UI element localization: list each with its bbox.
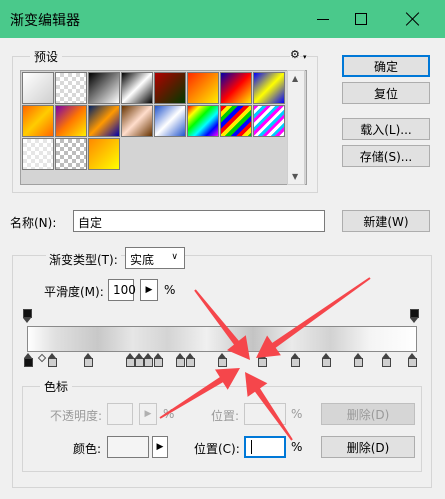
color-stop[interactable] bbox=[382, 353, 391, 367]
ok-button[interactable]: 确定 bbox=[342, 55, 430, 77]
maximize-icon bbox=[355, 13, 367, 25]
preset-swatch[interactable] bbox=[55, 72, 87, 104]
color-label: 颜色: bbox=[73, 442, 102, 456]
maximize-button[interactable] bbox=[338, 0, 384, 38]
presets-menu-chevron-icon: ▾ bbox=[303, 53, 307, 61]
presets-scrollbar[interactable]: ▲ ▼ bbox=[287, 70, 305, 185]
play-right-icon: ▶ bbox=[144, 409, 152, 419]
scroll-down-icon[interactable]: ▼ bbox=[292, 172, 298, 181]
save-button[interactable]: 存储(S)... bbox=[342, 145, 430, 167]
minimize-icon bbox=[317, 18, 329, 20]
opacity-location-unit: % bbox=[291, 407, 303, 421]
preset-swatch[interactable] bbox=[22, 138, 54, 170]
color-stops-group bbox=[22, 386, 422, 472]
smoothness-field[interactable]: 100 bbox=[108, 279, 136, 301]
color-stops-label: 色标 bbox=[40, 378, 73, 395]
scroll-up-icon[interactable]: ▲ bbox=[292, 74, 298, 83]
chevron-down-icon: ∨ bbox=[171, 252, 178, 262]
preset-swatch[interactable] bbox=[22, 72, 54, 104]
presets-label: 预设 bbox=[30, 48, 63, 65]
color-swatch[interactable] bbox=[107, 436, 149, 458]
presets-settings-gear-icon[interactable]: ⚙ bbox=[290, 48, 300, 61]
preset-swatch[interactable] bbox=[88, 105, 120, 137]
title-bar: 渐变编辑器 bbox=[0, 0, 445, 38]
gradient-type-select[interactable]: 实底 ∨ bbox=[125, 247, 185, 269]
load-button[interactable]: 载入(L)... bbox=[342, 118, 430, 140]
play-right-icon: ▶ bbox=[156, 442, 164, 452]
preset-swatch[interactable] bbox=[220, 105, 252, 137]
reset-button[interactable]: 复位 bbox=[342, 82, 430, 104]
preset-swatch[interactable] bbox=[121, 105, 153, 137]
color-stop[interactable] bbox=[126, 353, 135, 367]
color-picker-button[interactable]: ▶ bbox=[152, 436, 168, 458]
gradient-type-label: 渐变类型(T): bbox=[46, 251, 121, 268]
color-stop[interactable] bbox=[48, 353, 57, 367]
color-stop[interactable] bbox=[24, 353, 33, 367]
preset-swatch[interactable] bbox=[55, 138, 87, 170]
close-button[interactable] bbox=[390, 0, 436, 38]
color-stop[interactable] bbox=[218, 353, 227, 367]
smoothness-slider-button[interactable]: ▶ bbox=[140, 279, 158, 301]
window-title: 渐变编辑器 bbox=[10, 13, 80, 29]
gradient-preview-bar[interactable] bbox=[27, 326, 417, 352]
preset-swatch[interactable] bbox=[253, 105, 285, 137]
preset-swatch[interactable] bbox=[187, 72, 219, 104]
opacity-stop-left[interactable] bbox=[23, 309, 32, 323]
opacity-delete-button: 删除(D) bbox=[321, 403, 415, 425]
color-stop[interactable] bbox=[291, 353, 300, 367]
preset-swatch[interactable] bbox=[187, 105, 219, 137]
smoothness-label: 平滑度(M): bbox=[44, 285, 104, 299]
presets-list bbox=[20, 70, 307, 185]
opacity-stop-right[interactable] bbox=[410, 309, 419, 323]
new-button[interactable]: 新建(W) bbox=[342, 210, 430, 232]
color-delete-button[interactable]: 删除(D) bbox=[321, 436, 415, 458]
preset-swatch[interactable] bbox=[154, 105, 186, 137]
opacity-unit: % bbox=[163, 407, 175, 421]
preset-swatch[interactable] bbox=[154, 72, 186, 104]
opacity-field bbox=[107, 403, 133, 425]
color-stop[interactable] bbox=[258, 353, 267, 367]
opacity-label: 不透明度: bbox=[50, 409, 103, 423]
close-icon bbox=[406, 12, 420, 26]
play-right-icon: ▶ bbox=[145, 285, 153, 295]
name-field[interactable]: 自定 bbox=[73, 210, 325, 232]
opacity-location-label: 位置: bbox=[211, 409, 240, 423]
color-stop[interactable] bbox=[408, 353, 417, 367]
preset-swatch[interactable] bbox=[22, 105, 54, 137]
text-caret bbox=[251, 440, 252, 454]
name-label: 名称(N): bbox=[10, 216, 57, 230]
preset-swatch[interactable] bbox=[253, 72, 285, 104]
preset-swatch[interactable] bbox=[55, 105, 87, 137]
color-stop[interactable] bbox=[144, 353, 153, 367]
preset-swatch[interactable] bbox=[88, 72, 120, 104]
color-stop[interactable] bbox=[154, 353, 163, 367]
preset-swatch[interactable] bbox=[220, 72, 252, 104]
color-stop[interactable] bbox=[322, 353, 331, 367]
opacity-slider-button: ▶ bbox=[139, 403, 157, 425]
color-stop[interactable] bbox=[176, 353, 185, 367]
preset-swatch[interactable] bbox=[88, 138, 120, 170]
color-stop[interactable] bbox=[135, 353, 144, 367]
gradient-type-value: 实底 bbox=[130, 253, 155, 267]
preset-swatch[interactable] bbox=[121, 72, 153, 104]
opacity-location-field bbox=[244, 403, 286, 425]
color-location-label: 位置(C): bbox=[194, 442, 240, 456]
smoothness-unit: % bbox=[164, 283, 176, 297]
color-stop[interactable] bbox=[84, 353, 93, 367]
color-stop[interactable] bbox=[354, 353, 363, 367]
color-location-unit: % bbox=[291, 440, 303, 454]
color-stop[interactable] bbox=[186, 353, 195, 367]
